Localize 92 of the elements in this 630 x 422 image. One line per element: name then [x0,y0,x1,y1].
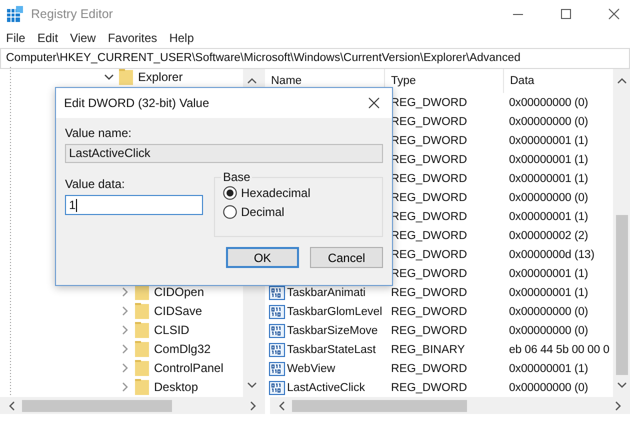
table-cell-text: REG_DWORD [390,306,468,318]
folder-icon [135,340,149,356]
table-cell-text: REG_DWORD [390,96,468,108]
table-cell-text: 0x00000000 (0) [508,382,590,394]
radio-button[interactable] [223,205,237,219]
table-cell: TaskbarStateLast [287,344,376,356]
table-cell-text: REG_DWORD [390,268,468,280]
dialog-button[interactable]: Cancel [310,247,383,268]
folder-icon [135,302,149,318]
folder-icon [135,360,149,376]
menu-item[interactable]: Help [169,30,194,44]
scroll-right-icon[interactable] [249,400,257,410]
table-cell-text: REG_DWORD [390,362,468,374]
table-cell-text: REG_DWORD [390,192,468,204]
tree-item[interactable]: CIDOpen [154,284,204,298]
radio-label[interactable]: Decimal [241,205,284,219]
tree-item[interactable]: ComDlg32 [154,342,211,356]
folder-icon [135,322,149,338]
table-cell-text: 0x00000001 (1) [508,362,590,374]
scroll-down-icon[interactable] [246,381,256,389]
tree-item[interactable]: Explorer [138,70,183,84]
table-cell-text: REG_DWORD [390,230,468,242]
tree-item[interactable]: Desktop [154,380,198,394]
table-cell-text: 0x00000001 (1) [508,268,590,280]
table-cell-text: REG_DWORD [390,324,468,336]
scroll-right-icon[interactable] [614,400,622,410]
address-bar[interactable]: Computer\HKEY_CURRENT_USER\Software\Microsoft\Windows\CurrentVersion\Explorer\Advanced [0,48,630,69]
scroll-down-icon[interactable] [616,381,626,389]
folder-icon [135,378,149,394]
menu-item[interactable]: View [70,30,96,44]
radio-label[interactable]: Hexadecimal [241,186,310,200]
table-cell-text: 0x00000000 (0) [508,192,590,204]
binary-value-icon [269,304,285,318]
table-cell-text: REG_DWORD [390,116,468,128]
field-label: Value name: [65,126,132,140]
scroll-up-icon[interactable] [616,77,626,85]
scrollbar-thumb[interactable] [22,400,172,412]
chevron-icon[interactable] [104,72,114,82]
registry-icon [7,6,23,22]
table-cell-text: 0x00000001 (1) [508,134,590,146]
scroll-up-icon[interactable] [246,77,256,85]
table-cell-text: REG_DWORD [390,382,468,394]
binary-value-icon [269,362,285,376]
scroll-left-icon[interactable] [8,400,16,410]
table-cell: LastActiveClick [287,382,365,394]
tree-item[interactable]: CLSID [154,322,190,336]
table-cell-text: eb 06 44 5b 00 00 0 [508,344,610,356]
table-cell-text: 0x00000000 (0) [508,116,590,128]
menu-item[interactable]: Edit [37,30,58,44]
table-cell-text: 0x0000000d (13) [508,248,596,260]
table-cell-text: REG_DWORD [390,134,468,146]
group-label: Base [221,170,252,184]
table-cell-text: REG_BINARY [390,344,466,356]
radio-button[interactable] [223,186,237,200]
scrollbar-thumb[interactable] [292,400,467,412]
dialog-title: Edit DWORD (32-bit) Value [64,96,210,110]
binary-value-icon [269,324,285,338]
table-cell: TaskbarAnimati [287,286,366,298]
table-cell-text: 0x00000001 (1) [508,210,590,222]
folder-icon [119,68,133,84]
binary-value-icon [269,342,285,356]
close-icon[interactable] [608,8,620,20]
table-cell-text: 0x00000001 (1) [508,286,590,298]
maximize-icon[interactable] [560,8,572,20]
table-cell-text: REG_DWORD [390,286,468,298]
table-cell-text: 0x00000000 (0) [508,306,590,318]
table-cell-text: 0x00000000 (0) [508,96,590,108]
menu-item[interactable]: Favorites [108,30,158,44]
tree-item[interactable]: ControlPanel [154,360,224,374]
tree-item[interactable]: CIDSave [154,304,202,318]
value-data-field[interactable]: 1 [65,195,203,215]
table-cell: TaskbarSizeMove [287,324,378,336]
table-cell-text: 0x00000000 (0) [508,324,590,336]
column-header[interactable]: Data [504,69,613,93]
table-cell-text: 0x00000002 (2) [508,230,590,242]
scroll-left-icon[interactable] [278,400,286,410]
dialog-button[interactable]: OK [226,247,299,268]
table-cell-text: REG_DWORD [390,154,468,166]
binary-value-icon [269,380,285,394]
table-cell: WebView [287,362,336,374]
table-cell-text: REG_DWORD [390,172,468,184]
table-cell: TaskbarGlomLevel [287,306,382,318]
window-title: Registry Editor [31,6,113,20]
menu-item[interactable]: File [6,30,26,44]
table-cell-text: 0x00000001 (1) [508,154,590,166]
table-cell-text: REG_DWORD [390,210,468,222]
value-name-field[interactable]: LastActiveClick [65,144,383,163]
close-icon[interactable] [368,97,380,109]
table-cell-text: 0x00000001 (1) [508,172,590,184]
scrollbar-thumb[interactable] [616,215,628,375]
field-label: Value data: [65,177,126,191]
table-cell-text: REG_DWORD [390,248,468,260]
